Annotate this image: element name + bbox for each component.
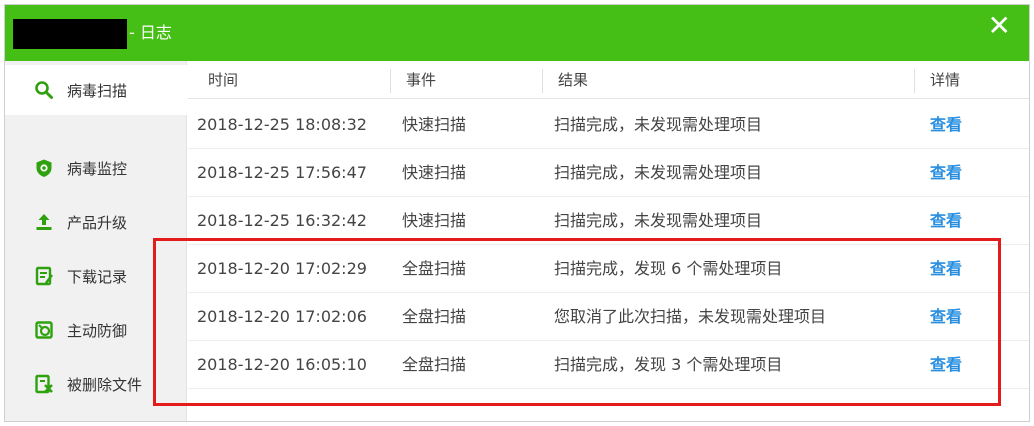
column-header-event[interactable]: 事件 [406, 61, 436, 99]
column-header-result[interactable]: 结果 [558, 61, 588, 99]
log-window: - 日志 ✕ 病毒扫描 病毒监控 产品升级 下载记录 主动防御 被删除文件 时间… [4, 4, 1030, 422]
deleted-file-icon [33, 373, 55, 395]
table-row: 2018-12-25 16:32:42 快速扫描 扫描完成，未发现需处理项目 查… [188, 197, 1029, 245]
defense-icon [33, 319, 55, 341]
table-header: 时间 事件 结果 详情 [188, 61, 1029, 99]
sidebar-item-active-defense[interactable]: 主动防御 [5, 305, 187, 355]
log-table: 时间 事件 结果 详情 2018-12-25 18:08:32 快速扫描 扫描完… [188, 61, 1029, 421]
document-icon [33, 265, 55, 287]
view-details-link[interactable]: 查看 [930, 101, 962, 149]
sidebar-item-label: 病毒监控 [67, 159, 128, 178]
column-divider [914, 69, 915, 93]
sidebar-item-label: 主动防御 [67, 321, 128, 340]
row-time: 2018-12-20 16:05:10 [197, 355, 367, 374]
row-event: 全盘扫描 [402, 307, 467, 326]
table-row: 2018-12-25 18:08:32 快速扫描 扫描完成，未发现需处理项目 查… [188, 101, 1029, 149]
row-event: 全盘扫描 [402, 355, 467, 374]
row-result: 扫描完成，发现 6 个需处理项目 [554, 259, 783, 278]
row-event: 快速扫描 [402, 163, 467, 182]
sidebar-item-virus-monitor[interactable]: 病毒监控 [5, 143, 187, 193]
sidebar-item-label: 病毒扫描 [67, 81, 128, 100]
shield-icon [33, 157, 55, 179]
view-details-link[interactable]: 查看 [930, 245, 962, 293]
row-time: 2018-12-20 17:02:06 [197, 307, 367, 326]
sidebar-item-label: 下载记录 [67, 267, 128, 286]
close-button[interactable]: ✕ [988, 9, 1011, 43]
view-details-link[interactable]: 查看 [930, 341, 962, 389]
window-title: - 日志 [129, 23, 172, 42]
view-details-link[interactable]: 查看 [930, 197, 962, 245]
column-divider [390, 69, 391, 93]
sidebar-item-deleted-files[interactable]: 被删除文件 [5, 359, 187, 409]
row-time: 2018-12-25 17:56:47 [197, 163, 367, 182]
table-row: 2018-12-25 17:56:47 快速扫描 扫描完成，未发现需处理项目 查… [188, 149, 1029, 197]
sidebar-item-label: 被删除文件 [67, 375, 143, 394]
row-event: 快速扫描 [402, 115, 467, 134]
view-details-link[interactable]: 查看 [930, 149, 962, 197]
row-result: 扫描完成，未发现需处理项目 [554, 163, 763, 182]
row-time: 2018-12-25 16:32:42 [197, 211, 367, 230]
row-result: 扫描完成，未发现需处理项目 [554, 115, 763, 134]
column-header-detail[interactable]: 详情 [930, 61, 960, 99]
upload-icon [33, 211, 55, 233]
row-result: 您取消了此次扫描，未发现需处理项目 [554, 307, 827, 326]
row-event: 全盘扫描 [402, 259, 467, 278]
row-result: 扫描完成，未发现需处理项目 [554, 211, 763, 230]
table-row: 2018-12-20 17:02:06 全盘扫描 您取消了此次扫描，未发现需处理… [188, 293, 1029, 341]
row-event: 快速扫描 [402, 211, 467, 230]
search-icon [33, 79, 55, 101]
redacted-app-name [13, 19, 127, 49]
title-bar: - 日志 ✕ [5, 5, 1029, 61]
view-details-link[interactable]: 查看 [930, 293, 962, 341]
column-header-time[interactable]: 时间 [208, 61, 238, 99]
sidebar: 病毒扫描 病毒监控 产品升级 下载记录 主动防御 被删除文件 [5, 61, 187, 421]
row-time: 2018-12-25 18:08:32 [197, 115, 367, 134]
table-row: 2018-12-20 16:05:10 全盘扫描 扫描完成，发现 3 个需处理项… [188, 341, 1029, 389]
sidebar-item-virus-scan[interactable]: 病毒扫描 [5, 65, 187, 115]
row-time: 2018-12-20 17:02:29 [197, 259, 367, 278]
sidebar-item-label: 产品升级 [67, 213, 128, 232]
sidebar-item-download-records[interactable]: 下载记录 [5, 251, 187, 301]
sidebar-item-product-upgrade[interactable]: 产品升级 [5, 197, 187, 247]
column-divider [542, 69, 543, 93]
table-row: 2018-12-20 17:02:29 全盘扫描 扫描完成，发现 6 个需处理项… [188, 245, 1029, 293]
row-result: 扫描完成，发现 3 个需处理项目 [554, 355, 783, 374]
